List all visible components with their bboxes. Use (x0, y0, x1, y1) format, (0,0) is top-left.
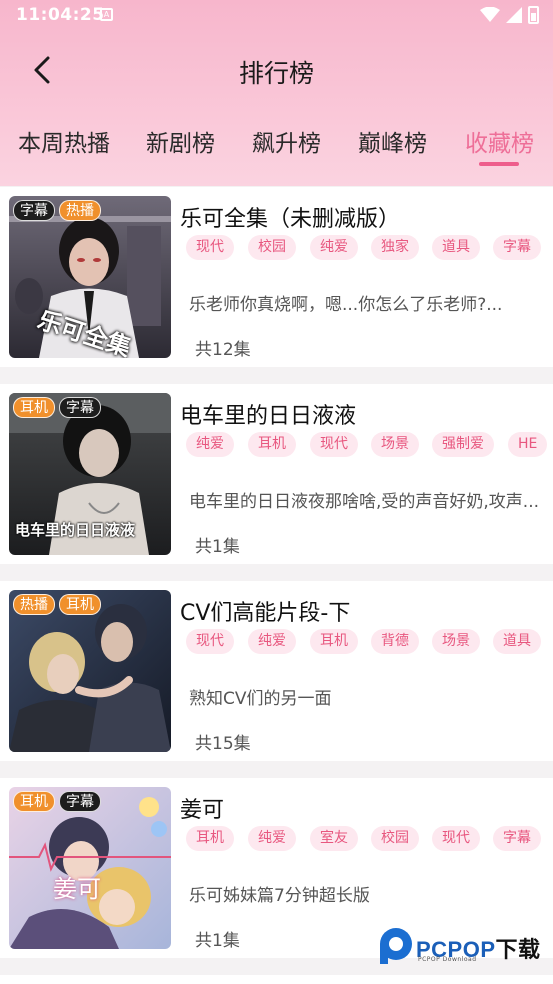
tag[interactable]: 道具 (493, 629, 541, 654)
tag[interactable]: 耳机 (310, 629, 358, 654)
status-icons (480, 6, 539, 24)
header: 11:04:25 A 排行榜 本周热播 新剧榜 飙升榜 巅峰榜 收藏榜 (0, 0, 553, 186)
badge: 字幕 (13, 200, 55, 221)
tag[interactable]: 耳机 (186, 826, 234, 851)
cover-image[interactable]: 耳机 字幕 电车里的日日液液 (9, 393, 171, 555)
tag[interactable]: 道具 (432, 235, 480, 260)
tab-weekly-hot[interactable]: 本周热播 (18, 124, 110, 158)
tag-list: 现代 纯爱 耳机 背德 场景 道具 (186, 629, 546, 655)
tag[interactable]: 现代 (186, 629, 234, 654)
pcpop-logo-icon (380, 928, 412, 964)
tag[interactable]: 场景 (371, 432, 419, 457)
tag[interactable]: 校园 (248, 235, 296, 260)
item-title: 电车里的日日液液 (180, 404, 357, 429)
item-description: 电车里的日日液夜那啥啥,受的声音好奶,攻声... (189, 492, 540, 512)
watermark-logo: PCPOP下载 PCPOP Download (376, 926, 546, 970)
tag[interactable]: 纯爱 (186, 432, 234, 457)
tag-list: 现代 校园 纯爱 独家 道具 字幕 (186, 235, 546, 261)
tag[interactable]: 现代 (310, 432, 358, 457)
tag[interactable]: 独家 (371, 235, 419, 260)
item-description: 乐可姊妹篇7分钟超长版 (189, 886, 370, 906)
episode-count: 共1集 (195, 931, 240, 951)
item-title: 乐可全集（未删减版） (180, 207, 401, 232)
episode-count: 共15集 (195, 734, 251, 754)
tag[interactable]: 纯爱 (310, 235, 358, 260)
list-item[interactable]: 字幕 热播 乐可全集 乐可全集（未删减版） 现代 校园 纯爱 独家 道具 字幕 … (0, 187, 553, 367)
wifi-icon (480, 7, 500, 22)
badge: 耳机 (59, 594, 101, 615)
tag[interactable]: 纯爱 (248, 629, 296, 654)
tag[interactable]: 场景 (432, 629, 480, 654)
tab-favorites[interactable]: 收藏榜 (465, 124, 534, 158)
watermark-sub: PCPOP Download (418, 956, 477, 963)
badge: 耳机 (13, 791, 55, 812)
item-title: CV们高能片段-下 (180, 601, 351, 626)
cover-badges: 热播 耳机 (13, 594, 101, 615)
badge: 热播 (13, 594, 55, 615)
notification-icon: A (100, 8, 113, 21)
tag[interactable]: 字幕 (493, 235, 541, 260)
list-item[interactable]: 耳机 字幕 电车里的日日液液 电车里的日日液液 纯爱 耳机 现代 场景 强制爱 … (0, 384, 553, 564)
tag[interactable]: 纯爱 (248, 826, 296, 851)
tag[interactable]: 室友 (310, 826, 358, 851)
page-title: 排行榜 (238, 59, 314, 88)
tab-peak[interactable]: 巅峰榜 (358, 124, 427, 158)
tab-rising[interactable]: 飙升榜 (252, 124, 321, 158)
list-item[interactable] (0, 975, 553, 984)
badge: 耳机 (13, 397, 55, 418)
status-time: 11:04:25 (16, 5, 105, 25)
episode-count: 共12集 (195, 340, 251, 360)
tag[interactable]: HE (508, 432, 548, 457)
signal-icon (506, 7, 522, 23)
tag[interactable]: 现代 (432, 826, 480, 851)
battery-icon (528, 6, 539, 24)
tag[interactable]: 背德 (371, 629, 419, 654)
cover-text: 姜可 (53, 875, 101, 903)
tag-list: 纯爱 耳机 现代 场景 强制爱 HE (186, 432, 548, 458)
cover-image[interactable]: 字幕 热播 乐可全集 (9, 196, 171, 358)
watermark-brand-b: 下载 (495, 937, 541, 962)
status-bar: 11:04:25 A (0, 0, 553, 32)
tag[interactable]: 耳机 (248, 432, 296, 457)
tag[interactable]: 校园 (371, 826, 419, 851)
episode-count: 共1集 (195, 537, 240, 557)
tag[interactable]: 强制爱 (432, 432, 494, 457)
cover-image[interactable]: 耳机 字幕 姜可 (9, 787, 171, 949)
cover-badges: 字幕 热播 (13, 200, 101, 221)
item-description: 熟知CV们的另一面 (189, 689, 332, 709)
tab-new-drama[interactable]: 新剧榜 (146, 124, 215, 158)
item-description: 乐老师你真烧啊，嗯...你怎么了乐老师?... (189, 295, 503, 315)
cover-image[interactable]: 热播 耳机 (9, 590, 171, 752)
item-title: 姜可 (180, 798, 225, 823)
tab-bar: 本周热播 新剧榜 飙升榜 巅峰榜 收藏榜 (0, 124, 553, 174)
badge: 热播 (59, 200, 101, 221)
tag[interactable]: 现代 (186, 235, 234, 260)
cover-badges: 耳机 字幕 (13, 397, 101, 418)
tab-active-indicator (479, 162, 519, 166)
badge: 字幕 (59, 397, 101, 418)
tag[interactable]: 字幕 (493, 826, 541, 851)
cover-text: 电车里的日日液液 (15, 521, 136, 539)
list-item[interactable]: 热播 耳机 CV们高能片段-下 现代 纯爱 耳机 背德 场景 道具 熟知CV们的… (0, 581, 553, 761)
cover-badges: 耳机 字幕 (13, 791, 101, 812)
tag-list: 耳机 纯爱 室友 校园 现代 字幕 (186, 826, 546, 852)
badge: 字幕 (59, 791, 101, 812)
